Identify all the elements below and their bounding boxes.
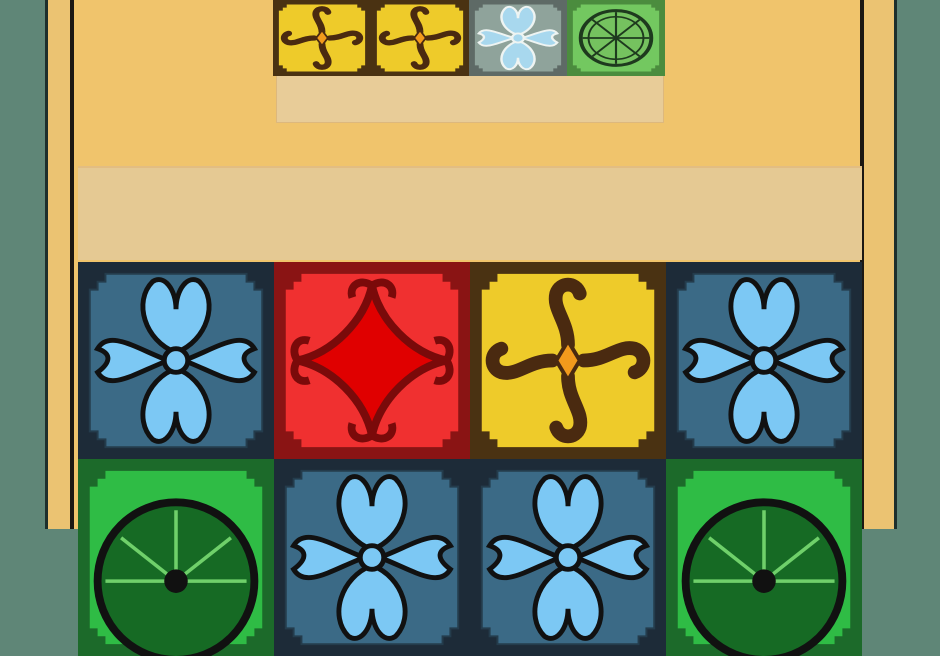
tile-grid bbox=[78, 262, 862, 656]
board-tile[interactable] bbox=[78, 459, 274, 656]
next-piece[interactable] bbox=[273, 0, 665, 76]
board-tile[interactable] bbox=[470, 262, 666, 459]
board-tile[interactable] bbox=[78, 262, 274, 459]
board-tile[interactable] bbox=[666, 262, 862, 459]
next-piece-cell bbox=[273, 0, 371, 76]
left-sidebar bbox=[0, 0, 48, 529]
next-piece-cell bbox=[469, 0, 567, 76]
board-tile[interactable] bbox=[666, 459, 862, 656]
drop-zone[interactable] bbox=[78, 166, 862, 260]
next-piece-cell bbox=[567, 0, 665, 76]
board-tile[interactable] bbox=[470, 459, 666, 656]
next-piece-cell bbox=[371, 0, 469, 76]
right-sidebar bbox=[894, 0, 940, 529]
board-tile[interactable] bbox=[274, 459, 470, 656]
next-piece-tray bbox=[276, 75, 664, 123]
game-screen bbox=[0, 0, 940, 656]
board-tile[interactable] bbox=[274, 262, 470, 459]
